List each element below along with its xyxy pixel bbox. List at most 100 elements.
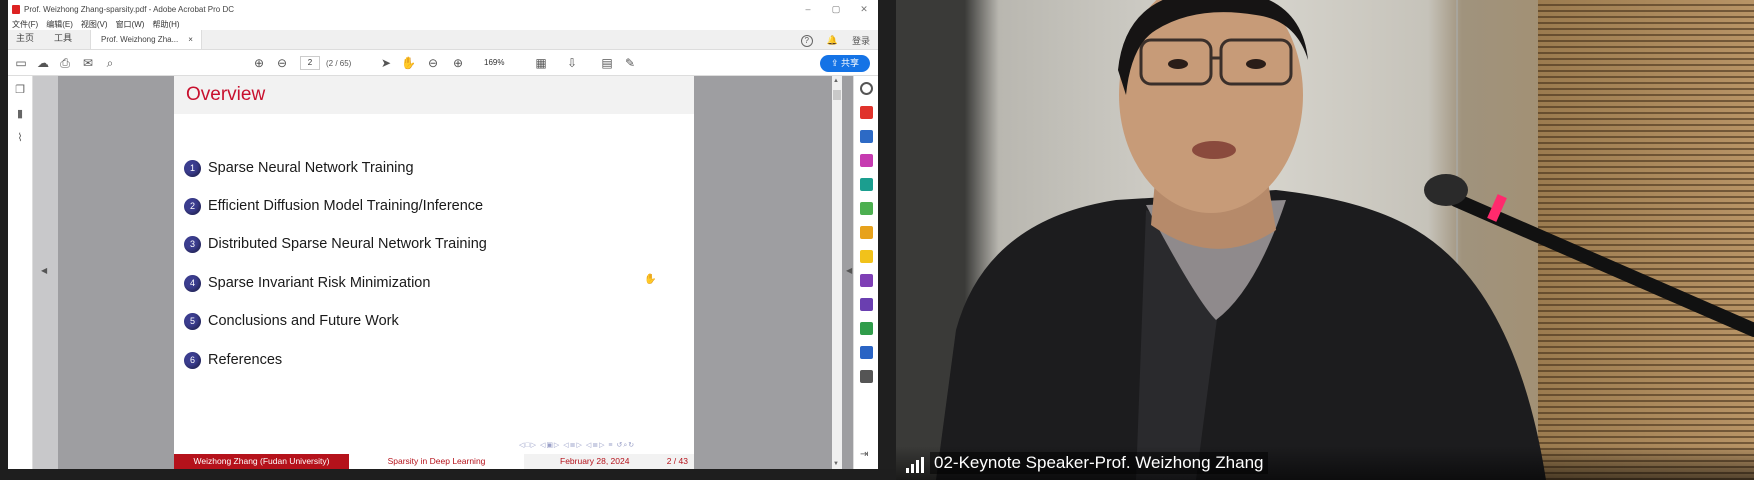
expand-panel-icon[interactable]: ⇥ bbox=[860, 448, 873, 461]
menu-view[interactable]: 视图(V) bbox=[81, 19, 108, 30]
email-icon[interactable]: ✉ bbox=[81, 56, 95, 70]
outline-number: 3 bbox=[184, 235, 201, 253]
title-bar: Prof. Weizhong Zhang-sparsity.pdf - Adob… bbox=[8, 0, 878, 18]
protect-icon[interactable] bbox=[860, 346, 873, 359]
outline-text: Sparse Neural Network Training bbox=[208, 160, 414, 176]
tab-document[interactable]: Prof. Weizhong Zha... × bbox=[90, 30, 202, 49]
page-up-icon[interactable]: ⊕ bbox=[252, 56, 266, 70]
fill-form-icon[interactable] bbox=[860, 298, 873, 311]
zoom-in-icon[interactable]: ⊕ bbox=[451, 56, 465, 70]
menu-bar: 文件(F) 编辑(E) 视图(V) 窗口(W) 帮助(H) bbox=[8, 18, 878, 30]
tab-home[interactable]: 主页 bbox=[8, 31, 46, 49]
document-area: ❐ ▮ ⌇ ◀ Overview 1 Sparse Neural Network… bbox=[8, 76, 878, 469]
speaker-video: 02-Keynote Speaker-Prof. Weizhong Zhang bbox=[896, 0, 1754, 480]
zoom-level-select[interactable]: 169% bbox=[478, 56, 514, 70]
page-count: (2 / 65) bbox=[326, 59, 352, 68]
tab-document-label: Prof. Weizhong Zha... bbox=[101, 35, 179, 44]
bookmark-icon[interactable]: ▮ bbox=[14, 108, 26, 120]
outline-item: 5 Conclusions and Future Work bbox=[184, 311, 399, 331]
comment-tool-icon[interactable] bbox=[860, 250, 873, 263]
toolbar: ▭ ☁ ⎙ ✉ ⌕ ⊕ ⊖ 2 (2 / 65) ➤ ✋ ⊖ ⊕ 169% ▦ … bbox=[8, 50, 878, 76]
outline-text: Distributed Sparse Neural Network Traini… bbox=[208, 236, 487, 252]
edit-pdf-icon[interactable] bbox=[860, 202, 873, 215]
page-thumbnails-icon[interactable]: ❐ bbox=[14, 84, 26, 96]
close-window-icon[interactable]: ✕ bbox=[850, 4, 878, 15]
collapse-right-icon[interactable]: ◀ bbox=[846, 266, 852, 275]
close-tab-icon[interactable]: × bbox=[188, 35, 193, 49]
hand-cursor-icon: ✋ bbox=[644, 274, 657, 285]
notification-bell-icon[interactable]: 🔔 bbox=[827, 35, 838, 46]
acrobat-window: Prof. Weizhong Zhang-sparsity.pdf - Adob… bbox=[8, 0, 878, 469]
outline-text: Conclusions and Future Work bbox=[208, 313, 399, 329]
tab-tools[interactable]: 工具 bbox=[46, 31, 84, 49]
pen-icon[interactable]: ✎ bbox=[623, 56, 637, 70]
outline-number: 2 bbox=[184, 197, 201, 215]
outline-item: 6 References bbox=[184, 350, 282, 370]
right-tools-rail: ⇥ bbox=[853, 76, 878, 469]
acrobat-app-icon bbox=[12, 4, 20, 14]
screen: Prof. Weizhong Zhang-sparsity.pdf - Adob… bbox=[0, 0, 1754, 480]
print-production-icon[interactable] bbox=[860, 322, 873, 335]
outline-item: 3 Distributed Sparse Neural Network Trai… bbox=[184, 234, 487, 254]
login-button[interactable]: 登录 bbox=[852, 34, 870, 47]
participant-name: 02-Keynote Speaker-Prof. Weizhong Zhang bbox=[930, 452, 1268, 474]
outline-item: 1 Sparse Neural Network Training bbox=[184, 158, 414, 178]
zoom-tool-icon[interactable] bbox=[860, 82, 873, 95]
menu-window[interactable]: 窗口(W) bbox=[116, 19, 145, 30]
scrollbar-thumb[interactable] bbox=[833, 90, 841, 100]
comment-icon[interactable]: ▤ bbox=[600, 56, 614, 70]
maximize-icon[interactable]: ▢ bbox=[822, 4, 850, 15]
outline-number: 6 bbox=[184, 351, 201, 369]
print-icon[interactable]: ⎙ bbox=[58, 56, 72, 70]
create-pdf-icon[interactable] bbox=[860, 106, 873, 119]
menu-file[interactable]: 文件(F) bbox=[12, 19, 38, 30]
send-for-signature-icon[interactable] bbox=[860, 274, 873, 287]
combine-files-icon[interactable] bbox=[860, 130, 873, 143]
footer-page: 2 / 43 bbox=[666, 456, 688, 466]
collapse-left-icon[interactable]: ◀ bbox=[41, 266, 47, 275]
footer-date-page: February 28, 2024 2 / 43 bbox=[524, 454, 694, 469]
scroll-mode-icon[interactable]: ⇩ bbox=[565, 56, 579, 70]
right-margin bbox=[694, 76, 821, 469]
beamer-navigation-icons[interactable]: ◁□▷ ◁▣▷ ◁≣▷ ◁≣▷ ≡ ↺⌕↻ bbox=[519, 441, 635, 450]
zoom-out-icon[interactable]: ⊖ bbox=[426, 56, 440, 70]
outline-text: References bbox=[208, 352, 283, 368]
share-button[interactable]: ⇪ 共享 bbox=[820, 55, 870, 72]
outline-item: 4 Sparse Invariant Risk Minimization bbox=[184, 273, 430, 293]
outline-number: 5 bbox=[184, 312, 201, 330]
window-title: Prof. Weizhong Zhang-sparsity.pdf - Adob… bbox=[24, 4, 235, 14]
menu-edit[interactable]: 编辑(E) bbox=[46, 19, 73, 30]
outline-item: 2 Efficient Diffusion Model Training/Inf… bbox=[184, 196, 483, 216]
select-cursor-icon[interactable]: ➤ bbox=[379, 56, 393, 70]
scroll-up-icon[interactable]: ▲ bbox=[833, 78, 839, 84]
help-icon[interactable]: ? bbox=[800, 34, 813, 47]
left-navigation-rail: ❐ ▮ ⌇ bbox=[8, 76, 33, 469]
speaker-image bbox=[936, 0, 1754, 480]
menu-help[interactable]: 帮助(H) bbox=[152, 19, 179, 30]
minimize-icon[interactable]: – bbox=[794, 4, 822, 14]
outline-number: 4 bbox=[184, 274, 201, 292]
footer-date: February 28, 2024 bbox=[560, 456, 630, 466]
fill-sign-icon[interactable] bbox=[860, 226, 873, 239]
hand-tool-icon[interactable]: ✋ bbox=[401, 56, 416, 70]
more-tools-icon[interactable] bbox=[860, 370, 873, 383]
search-icon[interactable]: ⌕ bbox=[103, 56, 117, 70]
save-icon[interactable]: ▭ bbox=[14, 56, 28, 70]
signal-strength-icon bbox=[906, 457, 926, 473]
attachment-icon[interactable]: ⌇ bbox=[14, 132, 26, 144]
pdf-page: Overview 1 Sparse Neural Network Trainin… bbox=[174, 76, 694, 469]
slide-title: Overview bbox=[186, 84, 266, 105]
footer-talk-title: Sparsity in Deep Learning bbox=[349, 454, 524, 469]
outline-text: Sparse Invariant Risk Minimization bbox=[208, 275, 431, 291]
page-number-input[interactable]: 2 bbox=[300, 56, 320, 70]
page-down-icon[interactable]: ⊖ bbox=[275, 56, 289, 70]
scroll-down-icon[interactable]: ▼ bbox=[833, 461, 839, 467]
slide-footer: Weizhong Zhang (Fudan University) Sparsi… bbox=[174, 454, 694, 469]
upload-cloud-icon[interactable]: ☁ bbox=[36, 56, 50, 70]
vertical-scrollbar[interactable]: ▲ ▼ bbox=[832, 76, 842, 469]
outline-number: 1 bbox=[184, 159, 201, 177]
footer-author: Weizhong Zhang (Fudan University) bbox=[174, 454, 349, 469]
organize-pages-icon[interactable] bbox=[860, 154, 873, 167]
export-pdf-icon[interactable] bbox=[860, 178, 873, 191]
page-fit-icon[interactable]: ▦ bbox=[534, 56, 548, 70]
